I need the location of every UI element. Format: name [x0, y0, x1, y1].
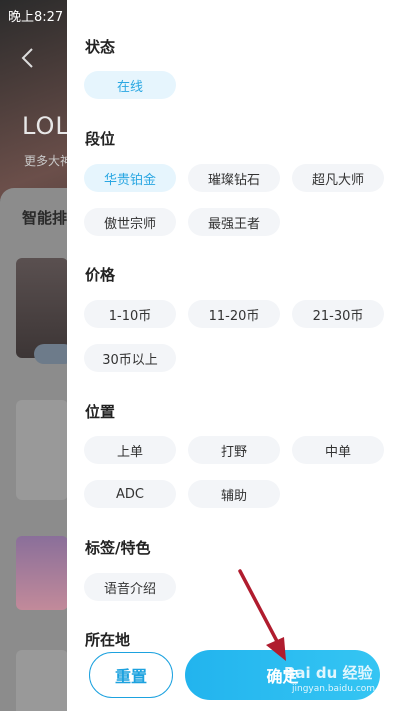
- chip-price-1-10[interactable]: 1-10币: [84, 300, 176, 328]
- watermark-url: jingyan.baidu.com: [292, 684, 376, 694]
- player-avatar[interactable]: [16, 400, 68, 500]
- chip-rank-diamond[interactable]: 璀璨钻石: [188, 164, 280, 192]
- chip-price-11-20[interactable]: 11-20币: [188, 300, 280, 328]
- section-title-position: 位置: [85, 403, 116, 421]
- annotation-arrow-icon: [238, 569, 286, 661]
- page-title: LOL: [22, 112, 70, 140]
- chip-tag-voice-intro[interactable]: 语音介绍: [84, 573, 176, 601]
- chip-position-support[interactable]: 辅助: [188, 480, 280, 508]
- chip-position-mid[interactable]: 中单: [292, 436, 384, 464]
- player-avatar[interactable]: [16, 258, 68, 358]
- player-avatar[interactable]: [16, 536, 68, 610]
- chip-rank-master[interactable]: 超凡大师: [292, 164, 384, 192]
- chip-rank-platinum[interactable]: 华贵铂金: [84, 164, 176, 192]
- watermark-logo: Bai du 经验: [284, 664, 373, 682]
- chip-position-jungle[interactable]: 打野: [188, 436, 280, 464]
- section-title-price: 价格: [85, 266, 116, 284]
- chip-position-adc[interactable]: ADC: [84, 480, 176, 508]
- chip-price-30-plus[interactable]: 30币以上: [84, 344, 176, 372]
- chip-status-online[interactable]: 在线: [84, 71, 176, 99]
- smart-sort-title: 智能排: [22, 209, 68, 227]
- page-subtitle: 更多大神: [24, 154, 73, 168]
- chip-position-top[interactable]: 上单: [84, 436, 176, 464]
- status-time: 晚上8:27: [8, 10, 64, 25]
- chip-price-21-30[interactable]: 21-30币: [292, 300, 384, 328]
- reset-button[interactable]: 重置: [89, 652, 173, 698]
- player-avatar[interactable]: [16, 650, 68, 711]
- chip-rank-challenger[interactable]: 最强王者: [188, 208, 280, 236]
- section-title-rank: 段位: [85, 130, 116, 148]
- section-title-tags: 标签/特色: [85, 539, 151, 557]
- section-title-status: 状态: [85, 38, 116, 56]
- section-title-location: 所在地: [85, 631, 131, 649]
- back-arrow-icon[interactable]: [18, 46, 38, 70]
- chip-rank-grandmaster[interactable]: 傲世宗师: [84, 208, 176, 236]
